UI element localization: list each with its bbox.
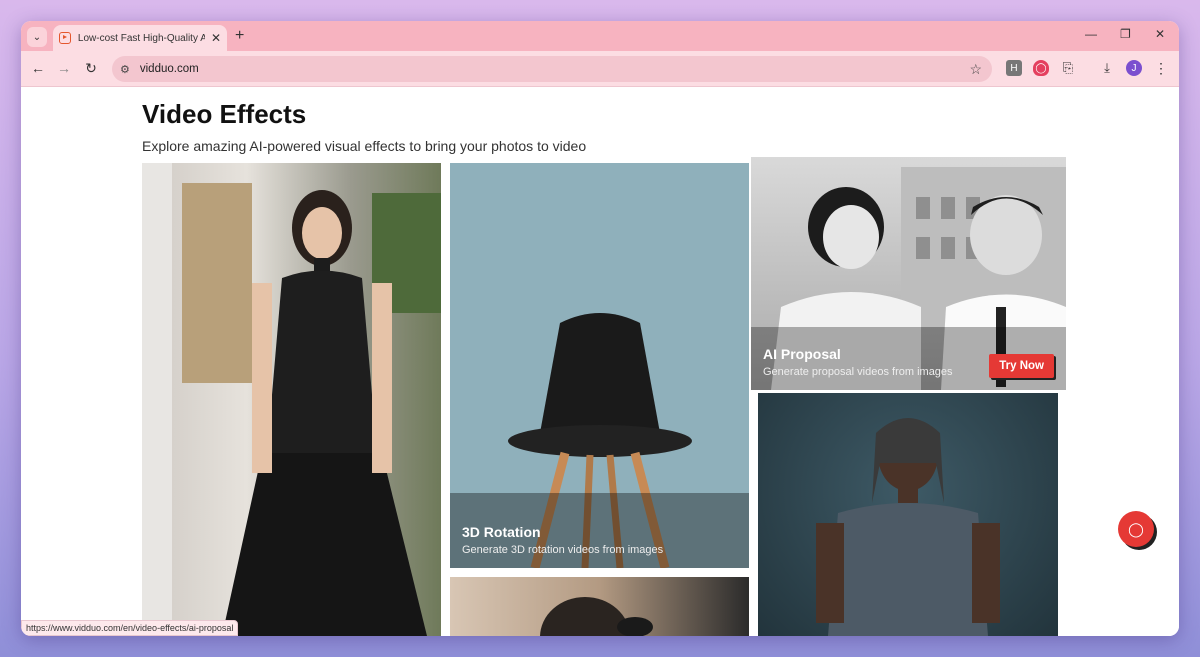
window-close-icon[interactable]: ✕ xyxy=(1155,27,1165,41)
tab-strip: ⌄ Low-cost Fast High-Quality AI P ✕ + — … xyxy=(21,21,1179,51)
chair-photo xyxy=(450,313,749,568)
reload-icon[interactable]: ↻ xyxy=(82,60,100,77)
download-icon[interactable]: ⤓ xyxy=(1099,60,1115,76)
browser-window: ⌄ Low-cost Fast High-Quality AI P ✕ + — … xyxy=(21,21,1179,636)
restore-icon[interactable]: ❐ xyxy=(1120,27,1131,41)
status-bar-url: https://www.vidduo.com/en/video-effects/… xyxy=(21,620,239,636)
close-icon[interactable]: ✕ xyxy=(211,31,221,45)
extension-h-label: H xyxy=(1010,62,1018,74)
extensions-icon[interactable]: ⎘ xyxy=(1060,60,1076,76)
effect-card-man[interactable] xyxy=(758,393,1058,636)
man-photo xyxy=(816,418,1000,636)
url-text: vidduo.com xyxy=(139,63,199,75)
browser-toolbar: ← → ↻ ⚙ vidduo.com ☆ H ◯ ⎘ ⤓ J ⋮ xyxy=(21,51,1179,87)
page-subtitle: Explore amazing AI-powered visual effect… xyxy=(142,138,587,154)
card-desc-ai-proposal: Generate proposal videos from images xyxy=(763,366,953,378)
back-icon[interactable]: ← xyxy=(29,60,47,76)
menu-icon[interactable]: ⋮ xyxy=(1153,60,1169,76)
star-icon[interactable]: ☆ xyxy=(969,61,982,78)
effect-card-ai-proposal[interactable]: AI Proposal Generate proposal videos fro… xyxy=(751,157,1066,390)
tab-title: Low-cost Fast High-Quality AI P xyxy=(77,32,205,44)
favicon-icon xyxy=(59,32,71,44)
tab-search-icon[interactable]: ⌄ xyxy=(27,27,47,47)
minimize-icon[interactable]: — xyxy=(1085,27,1097,41)
address-bar[interactable]: ⚙ vidduo.com ☆ xyxy=(112,56,992,82)
effect-card-woman[interactable] xyxy=(142,163,441,636)
site-info-icon[interactable]: ⚙ xyxy=(120,63,130,76)
try-now-button[interactable]: Try Now xyxy=(989,354,1054,378)
extension-h-icon[interactable]: H xyxy=(1006,60,1022,76)
card-desc-3d-rotation: Generate 3D rotation videos from images xyxy=(462,544,664,556)
forward-icon[interactable]: → xyxy=(55,60,73,76)
woman-photo xyxy=(142,163,441,636)
plus-icon[interactable]: + xyxy=(235,27,244,45)
card-title-ai-proposal: AI Proposal xyxy=(763,346,841,362)
page-title: Video Effects xyxy=(142,99,307,129)
effect-card-partial[interactable] xyxy=(450,577,749,636)
profile-initial: J xyxy=(1131,62,1137,74)
page-content: Video Effects Explore amazing AI-powered… xyxy=(21,87,1179,636)
card-title-3d-rotation: 3D Rotation xyxy=(462,524,541,540)
card-caption: AI Proposal Generate proposal videos fro… xyxy=(763,346,953,378)
shield-extension-icon[interactable]: ◯ xyxy=(1033,60,1049,76)
profile-avatar[interactable]: J xyxy=(1126,60,1142,76)
partial-photo xyxy=(540,597,653,636)
chat-icon[interactable]: ◯ xyxy=(1118,511,1154,547)
card-caption: 3D Rotation Generate 3D rotation videos … xyxy=(462,524,663,556)
effect-card-3d-rotation[interactable]: 3D Rotation Generate 3D rotation videos … xyxy=(450,163,749,568)
tab-active[interactable]: Low-cost Fast High-Quality AI P ✕ xyxy=(53,25,227,51)
